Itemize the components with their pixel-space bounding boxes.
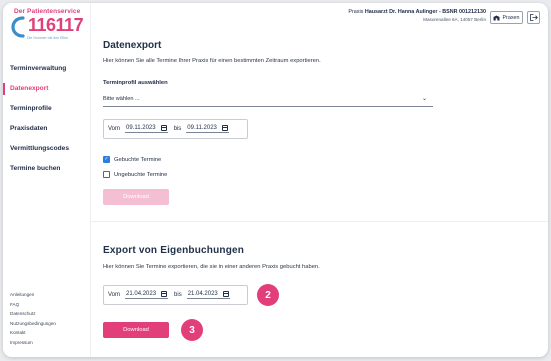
sidebar: Der Patientenservice 116117 Die Nummer m… [3, 3, 91, 357]
logo-tagline-top: Der Patientenservice [14, 8, 81, 15]
chevron-down-icon: ⌄ [421, 96, 427, 102]
sidebar-item-termine-buchen[interactable]: Termine buchen [3, 159, 91, 179]
app-window: Der Patientenservice 116117 Die Nummer m… [3, 3, 548, 357]
phone-handset-icon [11, 16, 25, 38]
praxis-address: Masurenallee 6A, 14057 Berlin [423, 17, 486, 22]
unbooked-checkbox[interactable] [103, 171, 110, 178]
own-from-date-input[interactable]: 21.04.2023 [125, 291, 169, 299]
own-to-date-value: 21.04.2023 [187, 291, 218, 297]
sidebar-item-datenexport[interactable]: Datenexport [3, 79, 91, 99]
sidebar-item-praxisdaten[interactable]: Praxisdaten [3, 119, 91, 139]
own-to-label: bis [174, 292, 182, 298]
calendar-icon[interactable] [222, 291, 229, 297]
sidebar-item-terminverwaltung[interactable]: Terminverwaltung [3, 59, 91, 79]
footer-link-nutzungsbedingungen[interactable]: Nutzungsbedingungen [10, 319, 56, 329]
footer-links: Anleitungen FAQ Datenschutz Nutzungsbedi… [10, 290, 56, 347]
calendar-icon[interactable] [160, 125, 167, 131]
export-from-label: Vom [108, 126, 121, 132]
praxen-button-label: Praxen [502, 14, 520, 21]
profile-select[interactable]: Bitte wählen ... ⌄ [103, 95, 433, 107]
export-from-date-value: 09.11.2023 [126, 125, 156, 131]
export-to-date-value: 09.11.2023 [187, 125, 217, 131]
main-content: Datenexport Hier können Sie alle Termine… [91, 31, 548, 357]
step-badge-2: 2 [257, 284, 279, 306]
own-bookings-title: Export von Eigenbuchungen [103, 245, 245, 256]
logo-tagline-bottom: Die Nummer mit den Elfen [27, 36, 69, 40]
praxis-label: Praxis [348, 9, 364, 15]
top-bar: Praxis Hausarzt Dr. Hanna Aulinger - BSN… [91, 3, 548, 31]
export-description: Hier können Sie alle Termine Ihrer Praxi… [103, 58, 321, 64]
footer-link-faq[interactable]: FAQ [10, 300, 56, 310]
own-to-date-input[interactable]: 21.04.2023 [186, 291, 230, 299]
export-date-range: Vom 09.11.2023 bis 09.11.2023 [103, 119, 248, 139]
sidebar-item-vermittlungscodes[interactable]: Vermittlungscodes [3, 139, 91, 159]
unbooked-checkbox-row[interactable]: Ungebuchte Termine [103, 171, 167, 178]
own-bookings-download-button[interactable]: Download [103, 322, 169, 338]
section-divider [91, 221, 548, 222]
profile-select-label: Terminprofil auswählen [103, 80, 168, 86]
sidebar-item-terminprofile[interactable]: Terminprofile [3, 99, 91, 119]
booked-checkbox-label: Gebuchte Termine [114, 156, 162, 163]
footer-link-kontakt[interactable]: Kontakt [10, 328, 56, 338]
logout-icon [529, 14, 538, 21]
booked-checkbox[interactable]: ✓ [103, 156, 110, 163]
logout-button[interactable] [527, 11, 540, 24]
logo[interactable]: Der Patientenservice 116117 Die Nummer m… [9, 7, 84, 45]
footer-link-impressum[interactable]: Impressum [10, 338, 56, 348]
page-title: Datenexport [103, 40, 162, 51]
footer-link-anleitungen[interactable]: Anleitungen [10, 290, 56, 300]
own-bookings-date-range: Vom 21.04.2023 bis 21.04.2023 [103, 285, 248, 305]
unbooked-checkbox-label: Ungebuchte Termine [114, 171, 168, 178]
praxen-button[interactable]: Praxen [490, 11, 523, 24]
own-from-label: Vom [108, 292, 121, 298]
step-badge-3: 3 [181, 319, 203, 341]
export-from-date-input[interactable]: 09.11.2023 [125, 125, 168, 133]
logo-number: 116117 [28, 15, 84, 35]
building-icon [493, 15, 500, 20]
sidebar-nav: Terminverwaltung Datenexport Terminprofi… [3, 59, 91, 179]
calendar-icon[interactable] [161, 291, 168, 297]
own-from-date-value: 21.04.2023 [126, 291, 157, 297]
praxis-info: Praxis Hausarzt Dr. Hanna Aulinger - BSN… [348, 9, 486, 22]
profile-select-value: Bitte wählen ... [103, 96, 140, 102]
export-download-button[interactable]: Download [103, 189, 169, 205]
export-to-label: bis [173, 126, 182, 132]
booked-checkbox-row[interactable]: ✓ Gebuchte Termine [103, 156, 161, 163]
export-to-date-input[interactable]: 09.11.2023 [186, 125, 229, 133]
footer-link-datenschutz[interactable]: Datenschutz [10, 309, 56, 319]
praxis-name: Hausarzt Dr. Hanna Aulinger - BSNR 00121… [364, 9, 486, 15]
calendar-icon[interactable] [221, 125, 228, 131]
own-bookings-description: Hier können Sie Termine exportieren, die… [103, 264, 320, 270]
